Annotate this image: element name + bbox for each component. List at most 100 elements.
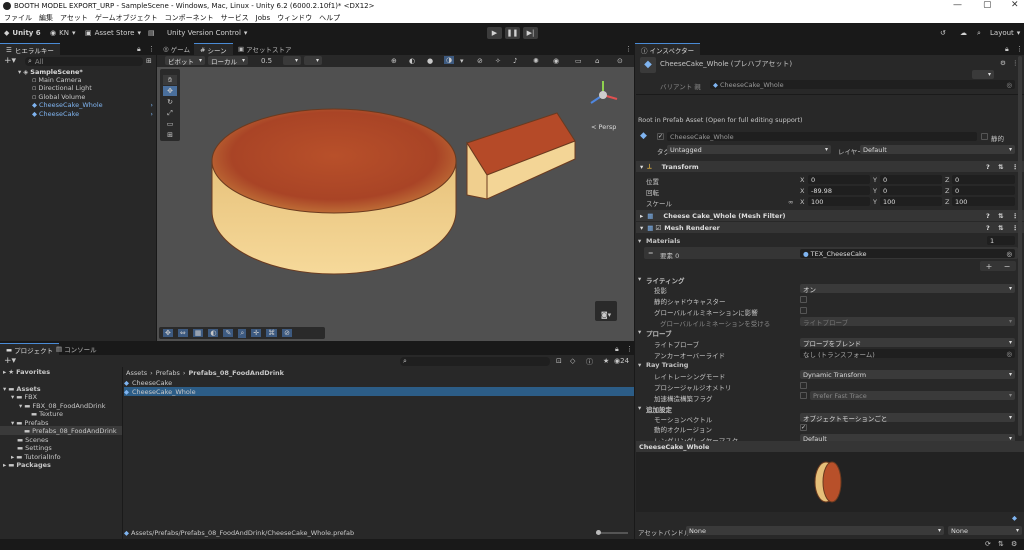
list-item[interactable]: ◆ CheeseCake_Whole › bbox=[32, 100, 156, 109]
remove-element-button[interactable]: − bbox=[1004, 262, 1011, 271]
filter-type-icon[interactable]: ⊡ bbox=[556, 357, 562, 365]
dynamic-occlusion-checkbox[interactable]: ✓ bbox=[800, 424, 807, 431]
filter-label-icon[interactable]: ◇ bbox=[570, 357, 575, 365]
position-z-input[interactable]: 0 bbox=[952, 175, 1015, 184]
tool-select-icon[interactable]: ⌘ bbox=[266, 329, 278, 337]
audio-toggle-icon[interactable]: ♪ bbox=[513, 57, 517, 65]
tag-dropdown[interactable]: Untagged bbox=[667, 145, 831, 154]
draw-mode-icon[interactable]: ▾ bbox=[460, 57, 464, 65]
tool-misc-icon[interactable]: ⊘ bbox=[282, 329, 293, 337]
more-icon[interactable]: ⋮ bbox=[625, 45, 632, 53]
raytracing-expand-icon[interactable]: ▾ bbox=[638, 361, 641, 369]
status-settings-icon[interactable]: ⚙ bbox=[1011, 540, 1017, 548]
mesh-filter-header[interactable]: ▸ ▦ Cheese Cake_Whole (Mesh Filter) ? ⇅ ⋮ bbox=[636, 210, 1024, 221]
inspector-settings-icon[interactable]: ⚙ bbox=[1000, 59, 1006, 67]
status-sync-icon[interactable]: ⟳ bbox=[985, 540, 991, 548]
icon-size-slider[interactable] bbox=[596, 530, 628, 535]
shading-lit-icon[interactable]: ◑ bbox=[444, 56, 455, 64]
tool-move-icon[interactable]: ✥ bbox=[163, 329, 173, 337]
materials-count-input[interactable]: 1 bbox=[987, 236, 1015, 245]
tab-inspector[interactable]: ⓘ インスペクター bbox=[635, 43, 701, 55]
list-item[interactable]: ◆ CheeseCake bbox=[124, 378, 634, 387]
scene-viewport[interactable]: ✋︎ ✥ ↻ ⤢ ▭ ⊞ < Persp ✥ ⇔ ▦ ◐ ✎ ⌕ ✛ ⌘ ⊘ ◙… bbox=[157, 67, 634, 341]
inspector-scrollbar[interactable] bbox=[1018, 56, 1022, 436]
static-checkbox[interactable] bbox=[981, 133, 988, 140]
accel-override-checkbox[interactable] bbox=[800, 392, 807, 399]
preset-icon[interactable]: ⇅ bbox=[998, 224, 1003, 232]
preview-label-icon[interactable]: ◆ bbox=[1012, 514, 1017, 522]
preset-icon[interactable]: ⇅ bbox=[998, 212, 1003, 220]
static-shadow-checkbox[interactable] bbox=[800, 296, 807, 303]
version-control-dropdown[interactable]: Unity Version Control ▾ bbox=[167, 27, 247, 39]
rotation-y-input[interactable]: 0 bbox=[880, 186, 942, 195]
menu-file[interactable]: ファイル bbox=[4, 13, 32, 23]
chevron-right-icon[interactable]: › bbox=[150, 101, 153, 109]
help-icon[interactable]: ? bbox=[986, 224, 990, 232]
minimize-icon[interactable]: — bbox=[953, 0, 962, 10]
layer-dropdown[interactable]: Default bbox=[860, 145, 1015, 154]
tool-snap-icon[interactable]: ⇔ bbox=[177, 329, 188, 337]
cast-shadows-dropdown[interactable]: オン bbox=[800, 284, 1015, 294]
filter-log-icon[interactable]: ⓘ bbox=[586, 357, 593, 367]
breadcrumb-item[interactable]: Assets bbox=[126, 369, 147, 377]
menu-edit[interactable]: 編集 bbox=[39, 13, 53, 23]
more-icon[interactable]: ⋮ bbox=[1016, 45, 1023, 53]
help-icon[interactable]: ? bbox=[986, 163, 990, 171]
material-field[interactable]: ● TEX_CheeseCake ◎ bbox=[800, 249, 1015, 258]
gizmos-icon[interactable]: ⌂ bbox=[595, 57, 599, 65]
asset-bundle-variant-dropdown[interactable]: None bbox=[948, 526, 1022, 535]
lighting-toggle-icon[interactable]: ✧ bbox=[495, 57, 501, 65]
contribute-gi-checkbox[interactable] bbox=[800, 307, 807, 314]
tab-game[interactable]: ◎ ゲーム bbox=[157, 43, 196, 55]
menu-gameobject[interactable]: ゲームオブジェクト bbox=[95, 13, 158, 23]
search-icon[interactable]: ⌕ bbox=[977, 27, 981, 39]
lock-icon[interactable]: 🔒︎ bbox=[137, 45, 141, 54]
play-button[interactable]: ▶ bbox=[487, 27, 502, 39]
light-probes-dropdown[interactable]: プローブをブレンド bbox=[800, 338, 1015, 348]
chevron-right-icon[interactable]: › bbox=[150, 110, 153, 118]
inspector-mode-dropdown[interactable] bbox=[972, 70, 994, 79]
history-icon[interactable]: ↺ bbox=[940, 27, 946, 39]
list-item[interactable]: ▫ Directional Light bbox=[32, 83, 92, 92]
procedural-checkbox[interactable] bbox=[800, 382, 807, 389]
additional-expand-icon[interactable]: ▾ bbox=[638, 404, 641, 412]
project-divider[interactable] bbox=[122, 367, 123, 550]
materials-expand-icon[interactable]: ▾ bbox=[638, 237, 641, 245]
lock-icon[interactable]: 🔒︎ bbox=[1005, 45, 1009, 54]
hand-tool-icon[interactable]: ✋︎ bbox=[163, 75, 177, 85]
asset-store-dropdown[interactable]: ▣ Asset Store ▾ bbox=[85, 27, 141, 39]
shading-unlit-icon[interactable]: ● bbox=[427, 57, 433, 65]
fx-toggle-icon[interactable]: ✺ bbox=[533, 57, 539, 65]
asset-bundle-dropdown[interactable]: None bbox=[686, 526, 944, 535]
tool-search-icon[interactable]: ⌕ bbox=[238, 328, 247, 338]
variant-field[interactable]: ◆ CheeseCake_Whole ◎ bbox=[710, 80, 1015, 89]
more-icon[interactable]: ⋮ bbox=[626, 345, 633, 353]
rect-tool-icon[interactable]: ▭ bbox=[163, 119, 177, 129]
drag-handle-icon[interactable]: = bbox=[648, 249, 653, 257]
tab-scene[interactable]: # シーン bbox=[194, 43, 233, 55]
persp-label[interactable]: < Persp bbox=[591, 123, 616, 131]
layout-dropdown[interactable]: Layout ▾ bbox=[990, 27, 1020, 39]
hierarchy-search-input[interactable]: ⌕ All bbox=[25, 57, 143, 66]
rt-mode-dropdown[interactable]: Dynamic Transform bbox=[800, 370, 1015, 379]
transform-header[interactable]: ▾ ⟂ Transform ? ⇅ ⋮ bbox=[636, 161, 1024, 172]
rotation-x-input[interactable]: -89.98 bbox=[808, 186, 870, 195]
tab-hierarchy[interactable]: ☰ ヒエラルキー bbox=[0, 43, 60, 55]
unity-account-menu[interactable]: ◆ Unity 6 bbox=[4, 27, 41, 39]
menu-component[interactable]: コンポーネント bbox=[165, 13, 214, 23]
tree-item[interactable]: ▾ ▬ FBX bbox=[11, 392, 37, 401]
target-icon[interactable]: ◎ bbox=[1006, 350, 1012, 358]
rotation-z-input[interactable]: 0 bbox=[952, 186, 1015, 195]
preview-area[interactable] bbox=[636, 452, 1024, 512]
menu-services[interactable]: サービス bbox=[221, 13, 249, 23]
tree-item[interactable]: ▸ ▬ Packages bbox=[3, 460, 51, 469]
scale-tool-icon[interactable]: ⤢ bbox=[163, 108, 177, 118]
motion-dropdown[interactable]: オブジェクトモーションごと bbox=[800, 413, 1015, 423]
mesh-renderer-header[interactable]: ▾ ▦ ☑ Mesh Renderer ? ⇅ ⋮ bbox=[636, 222, 1024, 233]
scale-y-input[interactable]: 100 bbox=[880, 197, 942, 206]
status-network-icon[interactable]: ⇅ bbox=[998, 540, 1004, 548]
move-tool-icon[interactable]: ✥ bbox=[163, 86, 177, 96]
visibility-icon[interactable]: ◉ bbox=[553, 57, 559, 65]
scale-z-input[interactable]: 100 bbox=[952, 197, 1015, 206]
more-icon[interactable]: ⊙ bbox=[617, 57, 623, 65]
